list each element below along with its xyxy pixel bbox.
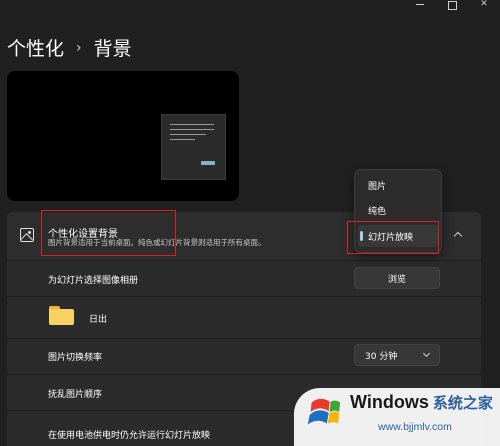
interval-value: 30 分钟: [365, 351, 398, 362]
page-title: 背景: [93, 38, 132, 60]
chevron-up-icon[interactable]: [453, 231, 463, 241]
interval-row: 图片切换频率 30 分钟: [7, 338, 481, 374]
folder-row: 日出: [7, 296, 481, 338]
preview-button: [201, 161, 215, 165]
album-row: 为幻灯片选择图像相册 浏览: [7, 260, 481, 296]
minimize-icon[interactable]: [404, 0, 436, 14]
watermark-brand: Windows 系统之家: [350, 392, 493, 412]
close-icon[interactable]: ✕: [468, 0, 500, 14]
watermark-url: www.bjjmlv.com: [378, 421, 452, 433]
folder-icon: [49, 306, 74, 325]
browse-button[interactable]: 浏览: [354, 267, 440, 289]
window-controls: ✕: [404, 0, 500, 14]
watermark: Windows 系统之家 www.bjjmlv.com: [294, 388, 500, 446]
breadcrumb-separator-icon: ›: [76, 39, 82, 56]
battery-label: 在使用电池供电时仍允许运行幻灯片放映: [48, 431, 211, 441]
preview-window: [161, 114, 226, 180]
breadcrumb-parent[interactable]: 个性化: [7, 34, 64, 61]
interval-label: 图片切换频率: [48, 353, 103, 363]
highlight-box-slideshow: [347, 221, 439, 254]
highlight-box-label: [41, 210, 176, 256]
album-label: 为幻灯片选择图像相册: [48, 276, 139, 286]
windows-logo-icon: [307, 398, 341, 425]
image-icon: [20, 228, 34, 242]
dropdown-option-picture[interactable]: 图片: [358, 174, 438, 196]
watermark-brand-cn: 系统之家: [432, 394, 493, 412]
shuffle-label: 抚乱图片顺序: [48, 390, 103, 400]
desktop-preview: [7, 71, 239, 201]
chevron-down-icon: [422, 349, 431, 358]
folder-name: 日出: [89, 315, 108, 325]
dropdown-option-solid-color[interactable]: 纯色: [358, 199, 438, 221]
breadcrumb: 个性化 › 背景: [7, 34, 132, 61]
interval-select[interactable]: 30 分钟: [354, 344, 440, 366]
maximize-icon[interactable]: [436, 0, 468, 14]
